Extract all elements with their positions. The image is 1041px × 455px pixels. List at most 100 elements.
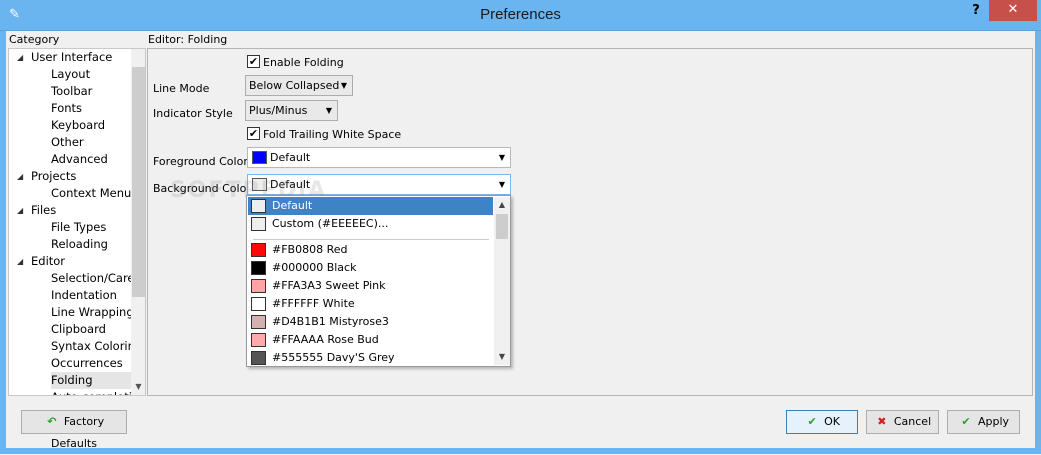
tree-item[interactable]: Occurrences bbox=[51, 355, 131, 372]
tree-item-label: Files bbox=[31, 203, 57, 217]
tree-item-label: User Interface bbox=[31, 50, 113, 64]
tree-item[interactable]: File Types bbox=[51, 219, 131, 236]
scroll-up-icon[interactable]: ▲ bbox=[494, 197, 510, 213]
tree-item[interactable]: Indentation bbox=[51, 287, 131, 304]
dropdown-scrollbar[interactable]: ▲ ▼ bbox=[494, 197, 510, 365]
apply-button[interactable]: ✔ Apply bbox=[947, 410, 1020, 434]
ok-label: OK bbox=[824, 415, 840, 428]
enable-folding-label: Enable Folding bbox=[263, 56, 344, 69]
tree-item[interactable]: Line Wrapping bbox=[51, 304, 131, 321]
category-scrollbar[interactable]: ▼ bbox=[131, 49, 145, 395]
tree-item[interactable]: Advanced bbox=[51, 151, 131, 168]
tree-item-label: File Types bbox=[51, 220, 107, 234]
tree-item-label: Occurrences bbox=[51, 356, 123, 370]
expand-arrow-icon[interactable]: ◢ bbox=[17, 253, 23, 270]
color-swatch bbox=[251, 351, 266, 365]
scroll-down-icon[interactable]: ▼ bbox=[494, 349, 510, 365]
factory-defaults-button[interactable]: ↶ Factory Defaults bbox=[21, 410, 127, 450]
dropdown-option-label: #FFA3A3 Sweet Pink bbox=[272, 279, 386, 292]
tree-item-label: Indentation bbox=[51, 288, 117, 302]
line-mode-select[interactable]: Below Collapsed ▼ bbox=[245, 75, 353, 96]
tree-item[interactable]: Fonts bbox=[51, 100, 131, 117]
tree-item-label: Selection/Caret bbox=[51, 271, 131, 285]
cancel-label: Cancel bbox=[893, 415, 932, 428]
dropdown-option-label: #000000 Black bbox=[272, 261, 357, 274]
tree-item[interactable]: Toolbar bbox=[51, 83, 131, 100]
tree-item-label: Layout bbox=[51, 67, 91, 81]
tree-item[interactable]: Reloading bbox=[51, 236, 131, 253]
tree-item-label: Advanced bbox=[51, 152, 108, 166]
dropdown-option-label: #D4B1B1 Mistyrose3 bbox=[272, 315, 389, 328]
tree-item-label: Line Wrapping bbox=[51, 305, 131, 319]
dropdown-option[interactable]: #FB0808 Red bbox=[248, 241, 493, 259]
color-swatch bbox=[251, 297, 266, 311]
color-dropdown-list: Default Custom (#EEEEEC)... #FB0808 Red #00… bbox=[246, 195, 511, 367]
dropdown-option[interactable]: #000000 Black bbox=[248, 259, 493, 277]
dropdown-option[interactable]: #555555 Davy'S Grey bbox=[248, 349, 493, 367]
dropdown-option-label: #FFFFFF White bbox=[272, 297, 355, 310]
color-swatch bbox=[251, 261, 266, 275]
dropdown-option[interactable]: #FFAAAA Rose Bud bbox=[248, 331, 493, 349]
expand-arrow-icon[interactable]: ◢ bbox=[17, 49, 23, 66]
dropdown-option[interactable]: #D4B1B1 Mistyrose3 bbox=[248, 313, 493, 331]
indicator-style-select[interactable]: Plus/Minus ▼ bbox=[245, 100, 338, 121]
color-swatch bbox=[251, 217, 266, 231]
tree-item-label: Folding bbox=[51, 373, 93, 387]
checkmark-icon: ✔ bbox=[807, 415, 817, 428]
foreground-color-swatch bbox=[252, 151, 267, 164]
help-icon[interactable]: ? bbox=[966, 3, 986, 23]
expand-arrow-icon[interactable]: ◢ bbox=[17, 168, 23, 185]
window-title: Preferences bbox=[480, 6, 561, 23]
cross-icon: ✖ bbox=[877, 415, 887, 428]
tree-item[interactable]: Auto-completion bbox=[51, 389, 131, 395]
foreground-color-select[interactable]: Default ▼ bbox=[247, 147, 511, 168]
dropdown-option[interactable]: Custom (#EEEEEC)... bbox=[248, 215, 493, 233]
color-swatch bbox=[251, 315, 266, 329]
fold-trailing-checkbox[interactable]: ✔ bbox=[247, 127, 260, 140]
tree-item[interactable]: Syntax Coloring bbox=[51, 338, 131, 355]
checkmark-icon: ✔ bbox=[961, 415, 971, 428]
tree-item[interactable]: Other bbox=[51, 134, 131, 151]
dropdown-option[interactable]: #FFA3A3 Sweet Pink bbox=[248, 277, 493, 295]
color-swatch bbox=[251, 243, 266, 257]
tree-item-label: Syntax Coloring bbox=[51, 339, 131, 353]
tree-item[interactable]: Context Menu bbox=[51, 185, 131, 202]
tree-item[interactable]: Selection/Caret bbox=[51, 270, 131, 287]
indicator-style-value: Plus/Minus bbox=[249, 104, 308, 117]
scrollbar-thumb[interactable] bbox=[496, 214, 508, 239]
tree-item[interactable]: Folding bbox=[51, 372, 131, 389]
tree-item[interactable]: ◢ Editor bbox=[17, 253, 131, 270]
chevron-down-icon: ▼ bbox=[498, 153, 505, 162]
tree-item[interactable]: ◢ Files bbox=[17, 202, 131, 219]
enable-folding-checkbox[interactable]: ✔ bbox=[247, 55, 260, 68]
dropdown-option-label: Default bbox=[272, 199, 313, 212]
color-swatch bbox=[251, 333, 266, 347]
panel-title: Editor: Folding bbox=[148, 33, 228, 46]
tree-item[interactable]: Layout bbox=[51, 66, 131, 83]
close-button[interactable]: ✕ bbox=[989, 0, 1037, 21]
tree-item-label: Other bbox=[51, 135, 84, 149]
scrollbar-thumb[interactable] bbox=[132, 67, 145, 297]
dropdown-option-label: Custom (#EEEEEC)... bbox=[272, 217, 389, 230]
tree-item[interactable]: Clipboard bbox=[51, 321, 131, 338]
tree-item-label: Clipboard bbox=[51, 322, 106, 336]
dropdown-option[interactable]: #FFFFFF White bbox=[248, 295, 493, 313]
chevron-down-icon: ▼ bbox=[325, 106, 332, 115]
foreground-color-label: Foreground Color bbox=[153, 155, 248, 168]
expand-arrow-icon[interactable]: ◢ bbox=[17, 202, 23, 219]
cancel-button[interactable]: ✖ Cancel bbox=[866, 410, 939, 434]
tree-item[interactable]: Keyboard bbox=[51, 117, 131, 134]
tree-item[interactable]: ◢ User Interface bbox=[17, 49, 131, 66]
dropdown-option-label: #FB0808 Red bbox=[272, 243, 348, 256]
background-color-swatch bbox=[252, 178, 267, 191]
ok-button[interactable]: ✔ OK bbox=[786, 410, 858, 434]
background-color-select[interactable]: Default ▼ bbox=[247, 174, 511, 195]
tree-item[interactable]: ◢ Projects bbox=[17, 168, 131, 185]
scroll-down-icon[interactable]: ▼ bbox=[131, 379, 145, 395]
tree-item-label: Auto-completion bbox=[51, 390, 131, 395]
dropdown-separator bbox=[253, 239, 489, 240]
color-swatch bbox=[251, 279, 266, 293]
line-mode-value: Below Collapsed bbox=[249, 79, 340, 92]
dropdown-option[interactable]: Default bbox=[248, 197, 493, 215]
undo-icon: ↶ bbox=[47, 415, 57, 428]
